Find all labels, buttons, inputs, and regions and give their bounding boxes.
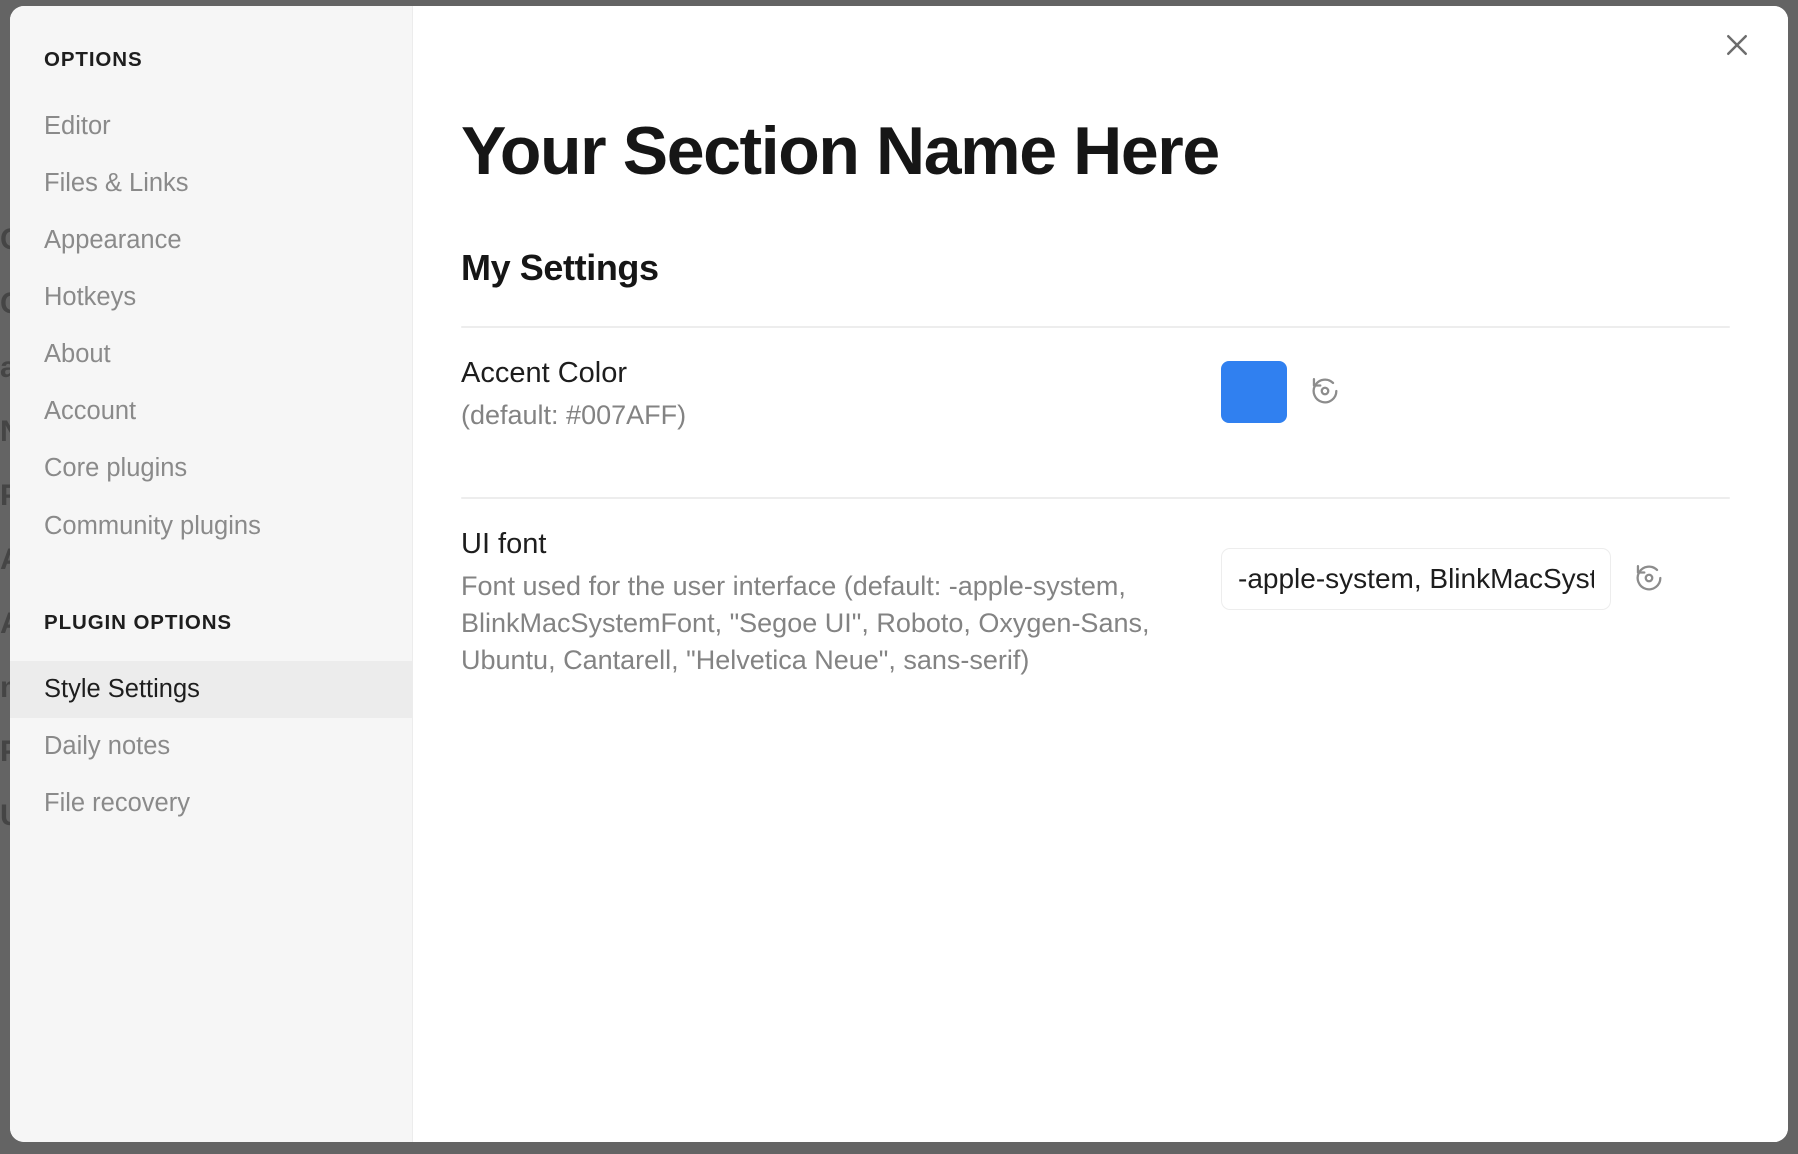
sidebar-item-core-plugins[interactable]: Core plugins bbox=[10, 440, 412, 497]
settings-content: Your Section Name Here My Settings Accen… bbox=[413, 6, 1788, 1142]
setting-control bbox=[1221, 355, 1345, 424]
sidebar-item-label: Editor bbox=[44, 112, 111, 140]
color-swatch[interactable] bbox=[1221, 361, 1287, 424]
sidebar-group-header: OPTIONS bbox=[44, 48, 143, 71]
sidebar-item-appearance[interactable]: Appearance bbox=[10, 212, 412, 269]
sidebar-item-account[interactable]: Account bbox=[10, 383, 412, 440]
sidebar-item-label: Appearance bbox=[44, 226, 182, 255]
setting-row: UI font Font used for the user interface … bbox=[461, 499, 1730, 705]
setting-name: Accent Color bbox=[461, 357, 628, 390]
ui-font-input[interactable] bbox=[1221, 548, 1611, 611]
setting-description: (default: #007AFF) bbox=[461, 400, 687, 431]
setting-control bbox=[1221, 526, 1669, 611]
sidebar-item-label: Core plugins bbox=[44, 454, 188, 483]
settings-list: Accent Color (default: #007AFF) UI font Fon… bbox=[461, 326, 1730, 704]
page-title: Your Section Name Here bbox=[461, 113, 1220, 189]
settings-modal: OPTIONS Editor Files & Links Appearance Hotk… bbox=[10, 6, 1788, 1142]
sidebar-item-label: Files & Links bbox=[44, 169, 189, 198]
sidebar-item-label: File recovery bbox=[44, 788, 190, 817]
settings-sidebar: OPTIONS Editor Files & Links Appearance Hotk… bbox=[10, 6, 413, 1142]
sidebar-item-community-plugins[interactable]: Community plugins bbox=[10, 498, 412, 555]
reset-button[interactable] bbox=[1305, 372, 1345, 412]
sidebar-item-hotkeys[interactable]: Hotkeys bbox=[10, 269, 412, 326]
sidebar-item-style-settings[interactable]: Style Settings bbox=[10, 660, 412, 718]
sidebar-item-label: About bbox=[44, 340, 111, 369]
sidebar-item-label: Hotkeys bbox=[44, 283, 137, 312]
setting-info: Accent Color (default: #007AFF) bbox=[461, 355, 1221, 434]
section-heading: My Settings bbox=[461, 247, 659, 289]
sidebar-item-daily-notes[interactable]: Daily notes bbox=[10, 718, 412, 775]
sidebar-item-file-recovery[interactable]: File recovery bbox=[10, 775, 412, 832]
reset-icon bbox=[1308, 374, 1342, 411]
reset-button[interactable] bbox=[1629, 559, 1669, 599]
sidebar-item-label: Style Settings bbox=[44, 674, 200, 703]
setting-info: UI font Font used for the user interface … bbox=[461, 526, 1221, 679]
sidebar-item-about[interactable]: About bbox=[10, 326, 412, 383]
sidebar-item-label: Account bbox=[44, 397, 137, 426]
sidebar-group-header: PLUGIN OPTIONS bbox=[44, 610, 233, 634]
setting-row: Accent Color (default: #007AFF) bbox=[461, 328, 1730, 460]
reset-icon bbox=[1632, 561, 1666, 598]
setting-description: Font used for the user interface (defaul… bbox=[461, 570, 1150, 675]
sidebar-item-files-links[interactable]: Files & Links bbox=[10, 155, 412, 212]
sidebar-item-label: Daily notes bbox=[44, 731, 171, 760]
sidebar-item-editor[interactable]: Editor bbox=[10, 98, 412, 155]
setting-name: UI font bbox=[461, 528, 547, 561]
sidebar-item-label: Community plugins bbox=[44, 511, 261, 540]
close-icon bbox=[1722, 30, 1752, 65]
close-button[interactable] bbox=[1714, 24, 1760, 70]
